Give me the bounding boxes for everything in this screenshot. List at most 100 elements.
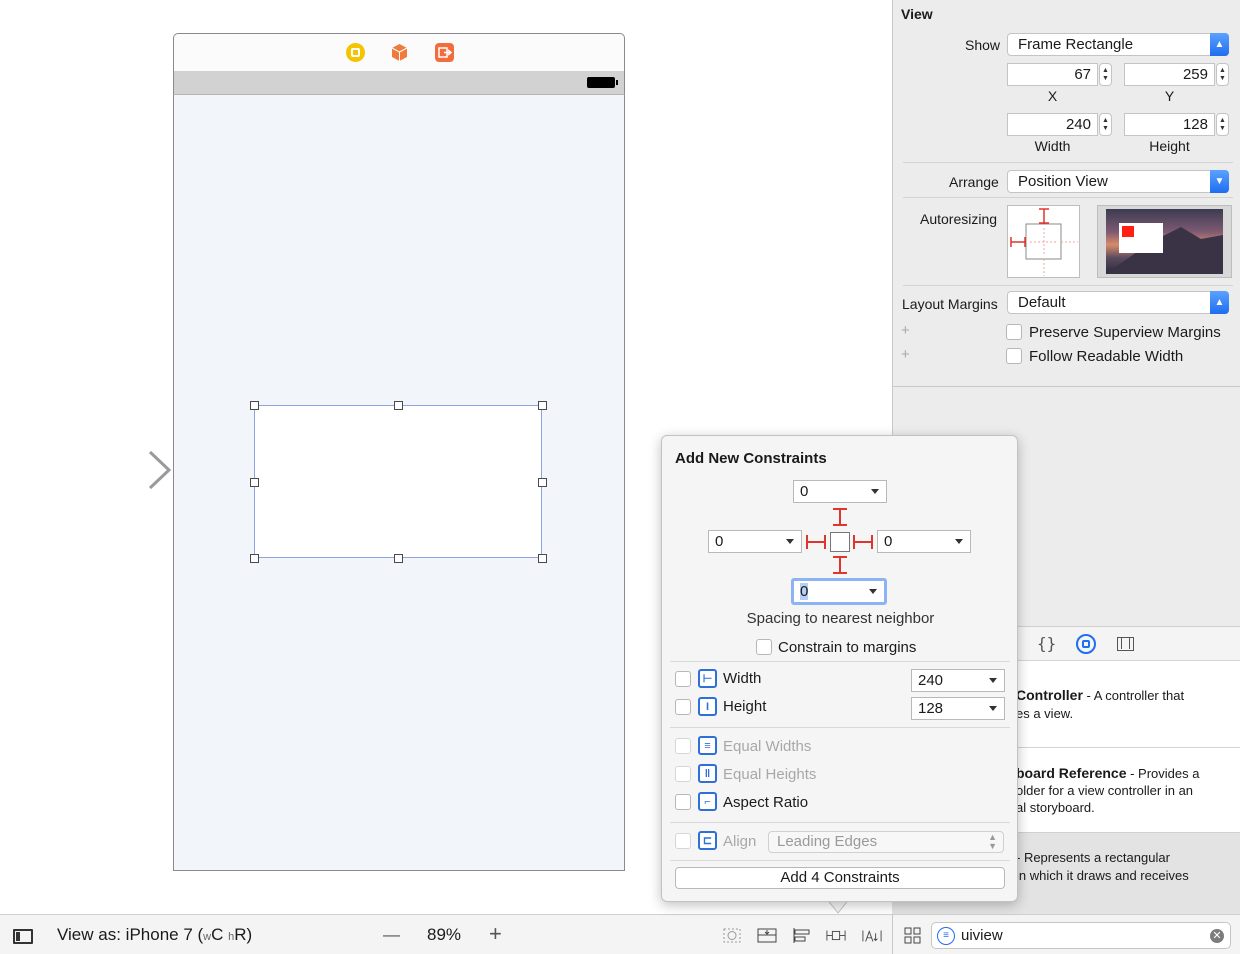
align-popup[interactable]: Leading Edges ▲ ▼ bbox=[768, 831, 1004, 853]
width-label: Width bbox=[1034, 138, 1071, 154]
constrain-to-margins-label: Constrain to margins bbox=[778, 639, 917, 656]
chevron-down-icon: ▼ bbox=[1210, 170, 1229, 193]
resize-handle[interactable] bbox=[538, 554, 547, 563]
resize-handle[interactable] bbox=[538, 477, 547, 487]
y-stepper[interactable]: ▲ ▼ bbox=[1216, 63, 1229, 86]
resize-handle[interactable] bbox=[538, 401, 547, 410]
autoresizing-mask-control[interactable] bbox=[1007, 205, 1080, 278]
layout-margins-label: Layout Margins bbox=[902, 296, 998, 312]
height-constraint-label: Height bbox=[723, 698, 767, 715]
divider bbox=[903, 197, 1233, 198]
width-constraint-combo[interactable]: 240 bbox=[911, 669, 1005, 692]
width-field[interactable]: 240 bbox=[1007, 113, 1098, 136]
equal-heights-icon: ‖ bbox=[698, 764, 717, 783]
view-controller-icon[interactable] bbox=[346, 43, 365, 62]
arrange-label: Arrange bbox=[949, 174, 999, 190]
show-popup[interactable]: Frame Rectangle ▲ bbox=[1007, 33, 1229, 56]
right-constraint-strut[interactable] bbox=[853, 534, 875, 550]
divider bbox=[893, 386, 1240, 387]
spacing-caption: Spacing to nearest neighbor bbox=[746, 610, 935, 627]
equal-heights-label: Equal Heights bbox=[723, 766, 817, 783]
bottom-constraint-strut[interactable] bbox=[832, 556, 848, 576]
document-outline-toggle-icon[interactable] bbox=[13, 929, 33, 944]
x-label: X bbox=[1047, 88, 1058, 104]
view-as-control[interactable]: View as: iPhone 7 (wC hR) bbox=[57, 925, 252, 945]
zoom-level: 89% bbox=[427, 925, 462, 944]
resize-handle[interactable] bbox=[394, 554, 403, 563]
library-item-desc: in which it draws and receives bbox=[1016, 868, 1189, 883]
equal-heights-checkbox[interactable] bbox=[675, 766, 691, 782]
constrain-to-margins-checkbox[interactable] bbox=[756, 639, 772, 655]
resize-handle[interactable] bbox=[394, 401, 403, 410]
left-constraint-strut[interactable] bbox=[806, 534, 828, 550]
height-constraint-combo[interactable]: 128 bbox=[911, 697, 1005, 720]
grid-view-icon[interactable] bbox=[904, 927, 921, 944]
chevron-down-icon bbox=[786, 539, 794, 544]
preserve-superview-margins-checkbox[interactable] bbox=[1006, 324, 1022, 340]
selected-view[interactable] bbox=[254, 405, 542, 558]
update-frames-icon[interactable] bbox=[722, 927, 742, 944]
exit-icon[interactable] bbox=[435, 43, 454, 62]
align-checkbox[interactable] bbox=[675, 833, 691, 849]
right-spacing-combo[interactable]: 0 bbox=[877, 530, 971, 553]
library-item-title: board Reference bbox=[1016, 765, 1127, 781]
equal-widths-checkbox[interactable] bbox=[675, 738, 691, 754]
library-search-field[interactable]: ≡ uiview ✕ bbox=[931, 922, 1231, 949]
resize-handle[interactable] bbox=[250, 401, 259, 410]
clear-search-icon[interactable]: ✕ bbox=[1210, 929, 1224, 943]
resize-handle[interactable] bbox=[250, 477, 259, 487]
arrange-value: Position View bbox=[1018, 173, 1108, 190]
top-spacing-value: 0 bbox=[800, 483, 809, 500]
height-field[interactable]: 128 bbox=[1124, 113, 1215, 136]
y-field[interactable]: 259 bbox=[1124, 63, 1215, 86]
library-item-desc: - Represents a rectangular bbox=[1016, 850, 1170, 865]
media-library-icon[interactable] bbox=[1117, 637, 1134, 651]
resolve-auto-layout-issues-icon[interactable] bbox=[862, 927, 882, 944]
add-variation-icon[interactable]: + bbox=[901, 322, 910, 339]
align-icon[interactable] bbox=[792, 927, 812, 944]
zoom-in-button[interactable]: + bbox=[489, 921, 502, 947]
popup-chevron-icon: ▲ ▼ bbox=[988, 832, 997, 851]
height-label: Height bbox=[1149, 138, 1190, 154]
add-new-constraints-popover: Add New Constraints 0 0 0 0 Spacing to n… bbox=[661, 435, 1018, 902]
autoresizing-preview bbox=[1097, 205, 1232, 278]
add-variation-icon[interactable]: + bbox=[901, 346, 910, 363]
chevron-down-icon bbox=[871, 489, 879, 494]
height-constraint-checkbox[interactable] bbox=[675, 699, 691, 715]
braces-icon[interactable]: {} bbox=[1037, 634, 1056, 653]
bottom-spacing-combo[interactable]: 0 bbox=[791, 578, 887, 605]
battery-icon bbox=[587, 77, 618, 88]
resize-handle[interactable] bbox=[250, 554, 259, 563]
add-constraints-label: Add 4 Constraints bbox=[780, 869, 900, 886]
aspect-ratio-checkbox[interactable] bbox=[675, 794, 691, 810]
add-constraints-button[interactable]: Add 4 Constraints bbox=[675, 867, 1005, 889]
autoresizing-label: Autoresizing bbox=[920, 211, 998, 227]
x-stepper[interactable]: ▲ ▼ bbox=[1099, 63, 1112, 86]
width-stepper[interactable]: ▲ ▼ bbox=[1099, 113, 1112, 136]
top-spacing-combo[interactable]: 0 bbox=[793, 480, 887, 503]
object-library-icon[interactable] bbox=[1076, 634, 1096, 654]
divider bbox=[1016, 747, 1240, 748]
width-constraint-value: 240 bbox=[918, 672, 944, 689]
add-new-constraints-icon[interactable] bbox=[826, 927, 846, 944]
section-title: View bbox=[901, 6, 933, 22]
wallpaper-preview-image bbox=[1106, 209, 1223, 274]
x-field[interactable]: 67 bbox=[1007, 63, 1098, 86]
library-item-desc: es a view. bbox=[1016, 706, 1074, 721]
height-stepper[interactable]: ▲ ▼ bbox=[1216, 113, 1229, 136]
align-label: Align bbox=[723, 833, 757, 850]
first-responder-icon[interactable] bbox=[390, 43, 409, 62]
chevron-down-icon bbox=[955, 539, 963, 544]
entry-point-arrow[interactable] bbox=[54, 449, 174, 491]
embed-in-stack-icon[interactable] bbox=[757, 927, 777, 944]
divider bbox=[670, 822, 1010, 823]
left-spacing-combo[interactable]: 0 bbox=[708, 530, 802, 553]
zoom-out-button[interactable]: — bbox=[383, 925, 400, 945]
width-constraint-checkbox[interactable] bbox=[675, 671, 691, 687]
show-label: Show bbox=[965, 37, 1001, 53]
arrange-popup[interactable]: Position View ▼ bbox=[1007, 170, 1229, 193]
left-spacing-value: 0 bbox=[715, 533, 724, 550]
layout-margins-popup[interactable]: Default ▲ bbox=[1007, 291, 1229, 314]
top-constraint-strut[interactable] bbox=[832, 508, 848, 528]
follow-readable-width-checkbox[interactable] bbox=[1006, 348, 1022, 364]
